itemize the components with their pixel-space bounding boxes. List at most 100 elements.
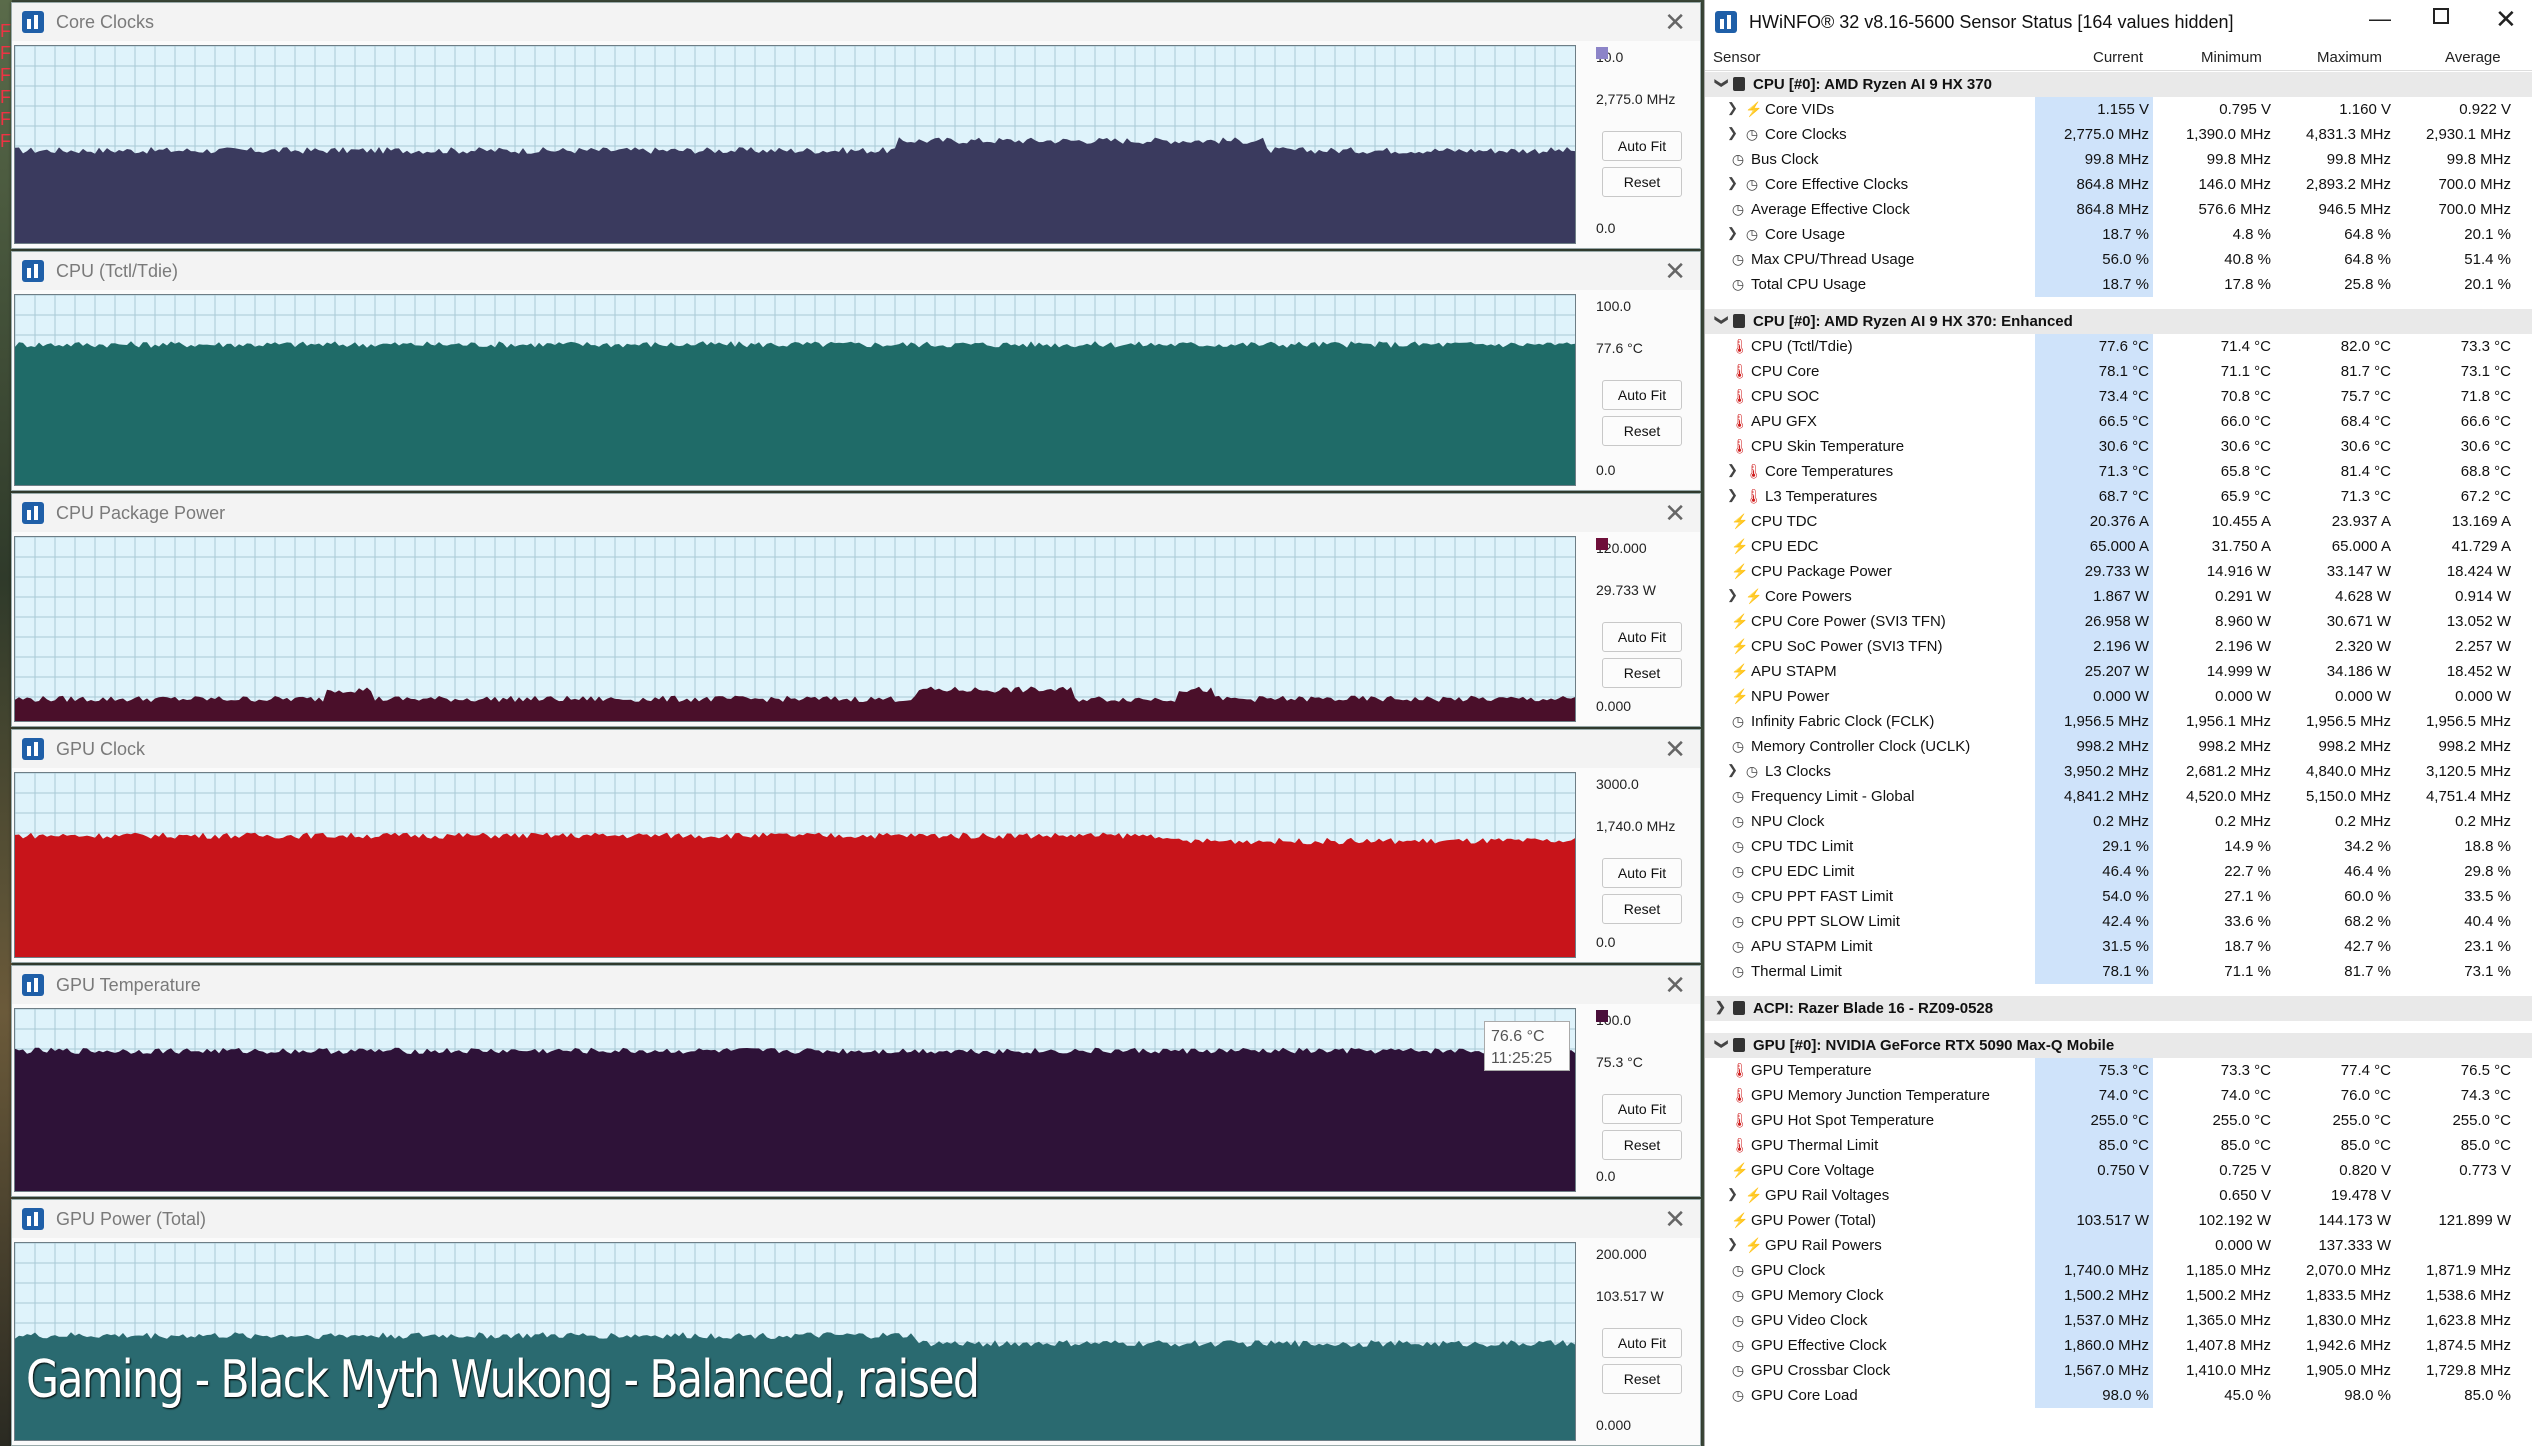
sensor-row[interactable]: 🌡 GPU Thermal Limit 85.0 °C 85.0 °C 85.0 °C 8… bbox=[1705, 1133, 2532, 1158]
graph-window[interactable]: CPU Package Power ✕ 120.000 29.733 W Auto Fi… bbox=[11, 493, 1701, 727]
close-icon[interactable]: ✕ bbox=[1664, 7, 1686, 38]
sensor-row[interactable]: ◷ Infinity Fabric Clock (FCLK) 1,956.5 MHz… bbox=[1705, 709, 2532, 734]
sensor-row[interactable]: 🌡 GPU Hot Spot Temperature 255.0 °C 255.0 °… bbox=[1705, 1108, 2532, 1133]
column-minimum[interactable]: Minimum bbox=[2201, 49, 2262, 66]
close-icon[interactable]: ✕ bbox=[1664, 734, 1686, 765]
chevron-down-icon[interactable]: ❮ bbox=[1712, 315, 1728, 326]
reset-button[interactable]: Reset bbox=[1602, 416, 1682, 446]
sensor-row[interactable]: ❯ ⚡ GPU Rail Powers 0.000 W 137.333 W bbox=[1705, 1233, 2532, 1258]
sensor-row[interactable]: ❯ ⚡ Core VIDs 1.155 V 0.795 V 1.160 V 0.922 V bbox=[1705, 97, 2532, 122]
sensor-row[interactable]: ◷ Average Effective Clock 864.8 MHz 576.6 M… bbox=[1705, 197, 2532, 222]
sensor-group-row[interactable]: ❮ CPU [#0]: AMD Ryzen AI 9 HX 370: Enhanc… bbox=[1705, 309, 2532, 334]
close-icon[interactable]: ✕ bbox=[1664, 498, 1686, 529]
sensor-row[interactable]: ◷ GPU Crossbar Clock 1,567.0 MHz 1,410.0 MH… bbox=[1705, 1358, 2532, 1383]
graph-window[interactable]: CPU (Tctl/Tdie) ✕ 100.0 77.6 °C Auto Fit Rese… bbox=[11, 251, 1701, 491]
sensor-row[interactable]: ◷ Thermal Limit 78.1 % 71.1 % 81.7 % 73.1 % bbox=[1705, 959, 2532, 984]
chevron-right-icon[interactable]: ❯ bbox=[1727, 762, 1738, 778]
graph-titlebar[interactable]: CPU (Tctl/Tdie) ✕ bbox=[12, 252, 1700, 290]
sensor-row[interactable]: ⚡ GPU Core Voltage 0.750 V 0.725 V 0.820 V 0.… bbox=[1705, 1158, 2532, 1183]
sensor-row[interactable]: ❯ 🌡 Core Temperatures 71.3 °C 65.8 °C 81.4 °C… bbox=[1705, 459, 2532, 484]
sensor-row[interactable]: ❯ ⚡ GPU Rail Voltages 0.650 V 19.478 V bbox=[1705, 1183, 2532, 1208]
graph-titlebar[interactable]: GPU Temperature ✕ bbox=[12, 966, 1700, 1004]
chevron-right-icon[interactable]: ❯ bbox=[1727, 125, 1738, 141]
reset-button[interactable]: Reset bbox=[1602, 658, 1682, 688]
sensor-row[interactable]: 🌡 GPU Temperature 75.3 °C 73.3 °C 77.4 °C 76.… bbox=[1705, 1058, 2532, 1083]
sensor-row[interactable]: ❯ ◷ L3 Clocks 3,950.2 MHz 2,681.2 MHz 4,840.0… bbox=[1705, 759, 2532, 784]
sensor-row[interactable]: ◷ APU STAPM Limit 31.5 % 18.7 % 42.7 % 23.1 % bbox=[1705, 934, 2532, 959]
sensor-row[interactable]: ⚡ NPU Power 0.000 W 0.000 W 0.000 W 0.000 W bbox=[1705, 684, 2532, 709]
chevron-right-icon[interactable]: ❯ bbox=[1727, 225, 1738, 241]
sensor-window-titlebar[interactable]: HWiNFO® 32 v8.16-5600 Sensor Status [164… bbox=[1705, 0, 2532, 44]
maximize-icon[interactable] bbox=[2433, 8, 2449, 24]
sensor-row[interactable]: ◷ Memory Controller Clock (UCLK) 998.2 MHz… bbox=[1705, 734, 2532, 759]
sensor-row[interactable]: ◷ Max CPU/Thread Usage 56.0 % 40.8 % 64.8 % 5… bbox=[1705, 247, 2532, 272]
sensor-row[interactable]: ⚡ CPU TDC 20.376 A 10.455 A 23.937 A 13.169 A bbox=[1705, 509, 2532, 534]
reset-button[interactable]: Reset bbox=[1602, 1364, 1682, 1394]
sensor-row[interactable]: ◷ CPU PPT SLOW Limit 42.4 % 33.6 % 68.2 % 40.… bbox=[1705, 909, 2532, 934]
graph-window[interactable]: Core Clocks ✕ 10.0 2,775.0 MHz Auto Fit Reset… bbox=[11, 2, 1701, 249]
sensor-row[interactable]: 🌡 CPU (Tctl/Tdie) 77.6 °C 71.4 °C 82.0 °C 73.… bbox=[1705, 334, 2532, 359]
auto-fit-button[interactable]: Auto Fit bbox=[1602, 1094, 1682, 1124]
column-sensor[interactable]: Sensor bbox=[1713, 49, 1761, 66]
minimize-icon[interactable]: — bbox=[2369, 6, 2391, 32]
chevron-right-icon[interactable]: ❯ bbox=[1715, 999, 1726, 1015]
close-icon[interactable]: ✕ bbox=[1664, 1204, 1686, 1235]
column-average[interactable]: Average bbox=[2445, 49, 2501, 66]
reset-button[interactable]: Reset bbox=[1602, 894, 1682, 924]
chevron-right-icon[interactable]: ❯ bbox=[1727, 462, 1738, 478]
sensor-row[interactable]: ◷ Frequency Limit - Global 4,841.2 MHz 4,52… bbox=[1705, 784, 2532, 809]
sensor-row[interactable]: ⚡ CPU SoC Power (SVI3 TFN) 2.196 W 2.196 W 2… bbox=[1705, 634, 2532, 659]
chevron-right-icon[interactable]: ❯ bbox=[1727, 587, 1738, 603]
sensor-row[interactable]: ◷ GPU Core Load 98.0 % 45.0 % 98.0 % 85.0 % bbox=[1705, 1383, 2532, 1408]
graph-window[interactable]: GPU Clock ✕ 3000.0 1,740.0 MHz Auto Fit Reset… bbox=[11, 729, 1701, 963]
auto-fit-button[interactable]: Auto Fit bbox=[1602, 622, 1682, 652]
sensor-row[interactable]: 🌡 CPU Skin Temperature 30.6 °C 30.6 °C 30.6 … bbox=[1705, 434, 2532, 459]
sensor-row[interactable]: ◷ CPU TDC Limit 29.1 % 14.9 % 34.2 % 18.8 % bbox=[1705, 834, 2532, 859]
close-icon[interactable]: ✕ bbox=[2495, 4, 2517, 35]
auto-fit-button[interactable]: Auto Fit bbox=[1602, 858, 1682, 888]
sensor-list[interactable]: ❮ CPU [#0]: AMD Ryzen AI 9 HX 370 ❯ ⚡ Core V… bbox=[1705, 72, 2532, 1408]
sensor-row[interactable]: ◷ CPU EDC Limit 46.4 % 22.7 % 46.4 % 29.8 % bbox=[1705, 859, 2532, 884]
sensor-row[interactable]: ◷ GPU Memory Clock 1,500.2 MHz 1,500.2 MHz 1… bbox=[1705, 1283, 2532, 1308]
sensor-group-row[interactable]: ❮ CPU [#0]: AMD Ryzen AI 9 HX 370 bbox=[1705, 72, 2532, 97]
graph-titlebar[interactable]: GPU Clock ✕ bbox=[12, 730, 1700, 768]
sensor-row[interactable]: ❯ 🌡 L3 Temperatures 68.7 °C 65.9 °C 71.3 °C 67… bbox=[1705, 484, 2532, 509]
close-icon[interactable]: ✕ bbox=[1664, 256, 1686, 287]
reset-button[interactable]: Reset bbox=[1602, 1130, 1682, 1160]
sensor-row[interactable]: 🌡 CPU Core 78.1 °C 71.1 °C 81.7 °C 73.1 °C bbox=[1705, 359, 2532, 384]
close-icon[interactable]: ✕ bbox=[1664, 970, 1686, 1001]
sensor-row[interactable]: ◷ Total CPU Usage 18.7 % 17.8 % 25.8 % 20.1 % bbox=[1705, 272, 2532, 297]
chevron-right-icon[interactable]: ❯ bbox=[1727, 1236, 1738, 1252]
sensor-group-row[interactable]: ❮ GPU [#0]: NVIDIA GeForce RTX 5090 Max-Q… bbox=[1705, 1033, 2532, 1058]
column-current[interactable]: Current bbox=[2093, 49, 2143, 66]
sensor-row[interactable]: ⚡ APU STAPM 25.207 W 14.999 W 34.186 W 18.452… bbox=[1705, 659, 2532, 684]
sensor-row[interactable]: ◷ NPU Clock 0.2 MHz 0.2 MHz 0.2 MHz 0.2 MHz bbox=[1705, 809, 2532, 834]
graph-titlebar[interactable]: Core Clocks ✕ bbox=[12, 3, 1700, 41]
sensor-row[interactable]: ❯ ◷ Core Clocks 2,775.0 MHz 1,390.0 MHz 4,831… bbox=[1705, 122, 2532, 147]
sensor-row[interactable]: 🌡 CPU SOC 73.4 °C 70.8 °C 75.7 °C 71.8 °C bbox=[1705, 384, 2532, 409]
sensor-row[interactable]: ❯ ◷ Core Usage 18.7 % 4.8 % 64.8 % 20.1 % bbox=[1705, 222, 2532, 247]
sensor-row[interactable]: ❯ ⚡ Core Powers 1.867 W 0.291 W 4.628 W 0.914 … bbox=[1705, 584, 2532, 609]
sensor-row[interactable]: ◷ CPU PPT FAST Limit 54.0 % 27.1 % 60.0 % 33.… bbox=[1705, 884, 2532, 909]
sensor-row[interactable]: ⚡ CPU Package Power 29.733 W 14.916 W 33.147… bbox=[1705, 559, 2532, 584]
sensor-row[interactable]: ⚡ GPU Power (Total) 103.517 W 102.192 W 144.… bbox=[1705, 1208, 2532, 1233]
sensor-row[interactable]: ⚡ CPU EDC 65.000 A 31.750 A 65.000 A 41.729 A bbox=[1705, 534, 2532, 559]
sensor-group-row[interactable]: ❯ ACPI: Razer Blade 16 - RZ09-0528 bbox=[1705, 996, 2532, 1021]
chevron-down-icon[interactable]: ❮ bbox=[1712, 78, 1728, 89]
sensor-row[interactable]: ◷ GPU Effective Clock 1,860.0 MHz 1,407.8 M… bbox=[1705, 1333, 2532, 1358]
chevron-right-icon[interactable]: ❯ bbox=[1727, 175, 1738, 191]
sensor-row[interactable]: 🌡 GPU Memory Junction Temperature 74.0 °C 7… bbox=[1705, 1083, 2532, 1108]
graph-window[interactable]: GPU Temperature ✕ 100.0 75.3 °C Auto Fit Rese… bbox=[11, 965, 1701, 1197]
sensor-row[interactable]: ❯ ◷ Core Effective Clocks 864.8 MHz 146.0 MH… bbox=[1705, 172, 2532, 197]
chevron-right-icon[interactable]: ❯ bbox=[1727, 100, 1738, 116]
reset-button[interactable]: Reset bbox=[1602, 167, 1682, 197]
sensor-row[interactable]: 🌡 APU GFX 66.5 °C 66.0 °C 68.4 °C 66.6 °C bbox=[1705, 409, 2532, 434]
sensor-row[interactable]: ◷ Bus Clock 99.8 MHz 99.8 MHz 99.8 MHz 99.8 M… bbox=[1705, 147, 2532, 172]
column-maximum[interactable]: Maximum bbox=[2317, 49, 2382, 66]
auto-fit-button[interactable]: Auto Fit bbox=[1602, 380, 1682, 410]
auto-fit-button[interactable]: Auto Fit bbox=[1602, 1328, 1682, 1358]
auto-fit-button[interactable]: Auto Fit bbox=[1602, 131, 1682, 161]
sensor-row[interactable]: ◷ GPU Clock 1,740.0 MHz 1,185.0 MHz 2,070.0 … bbox=[1705, 1258, 2532, 1283]
graph-titlebar[interactable]: GPU Power (Total) ✕ bbox=[12, 1200, 1700, 1238]
chevron-right-icon[interactable]: ❯ bbox=[1727, 487, 1738, 503]
